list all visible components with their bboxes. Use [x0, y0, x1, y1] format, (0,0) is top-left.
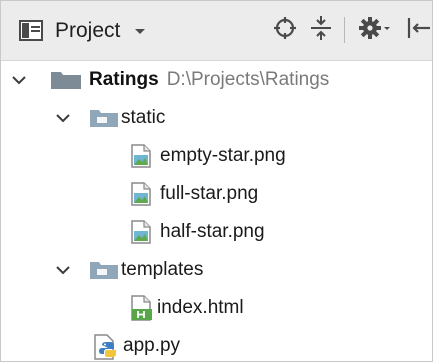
hide-panel-button[interactable] [403, 16, 431, 44]
toolbar-separator [344, 17, 345, 43]
tree-node-file[interactable]: app.py [1, 327, 432, 361]
project-view-label: Project [55, 19, 121, 42]
tree-node-file[interactable]: index.html [1, 289, 432, 327]
project-tool-window: Project Ratings D:\Projects\Ratings stat… [0, 0, 433, 362]
folder-name: static [121, 107, 166, 128]
chevron-down-icon [132, 23, 148, 39]
expand-arrow-icon[interactable] [55, 262, 71, 278]
project-folder-icon [51, 70, 81, 96]
settings-button[interactable] [357, 16, 393, 44]
file-name: full-star.png [160, 183, 259, 204]
expand-arrow-icon[interactable] [11, 72, 27, 88]
project-view-selector[interactable]: Project [19, 15, 148, 47]
project-tree: Ratings D:\Projects\Ratings static empty… [1, 61, 432, 361]
tree-node-file[interactable]: half-star.png [1, 213, 432, 251]
collapse-all-icon [309, 15, 333, 46]
tree-node-folder[interactable]: static [1, 99, 432, 137]
project-toolbar: Project [1, 1, 432, 61]
tree-node-file[interactable]: full-star.png [1, 175, 432, 213]
collapse-all-button[interactable] [307, 15, 335, 46]
tree-node-root[interactable]: Ratings D:\Projects\Ratings [1, 61, 432, 99]
expand-arrow-icon[interactable] [55, 110, 71, 126]
file-name: app.py [123, 335, 181, 356]
root-path: D:\Projects\Ratings [166, 69, 330, 90]
image-file-icon [131, 220, 151, 250]
tree-node-file[interactable]: empty-star.png [1, 137, 432, 175]
image-file-icon [131, 182, 151, 212]
folder-name: templates [121, 259, 204, 280]
locate-target-icon [272, 15, 298, 46]
locate-button[interactable] [271, 16, 299, 44]
tree-node-folder[interactable]: templates [1, 251, 432, 289]
root-name: Ratings [89, 69, 159, 90]
image-file-icon [131, 144, 151, 174]
folder-icon [90, 260, 118, 286]
file-name: half-star.png [160, 221, 265, 242]
html-file-icon [131, 295, 153, 327]
file-name: index.html [157, 297, 244, 318]
folder-icon [90, 108, 118, 134]
hide-panel-icon [404, 15, 430, 46]
file-name: empty-star.png [160, 145, 286, 166]
project-view-icon [19, 18, 45, 44]
python-file-icon [94, 334, 120, 361]
gear-icon [358, 15, 392, 46]
